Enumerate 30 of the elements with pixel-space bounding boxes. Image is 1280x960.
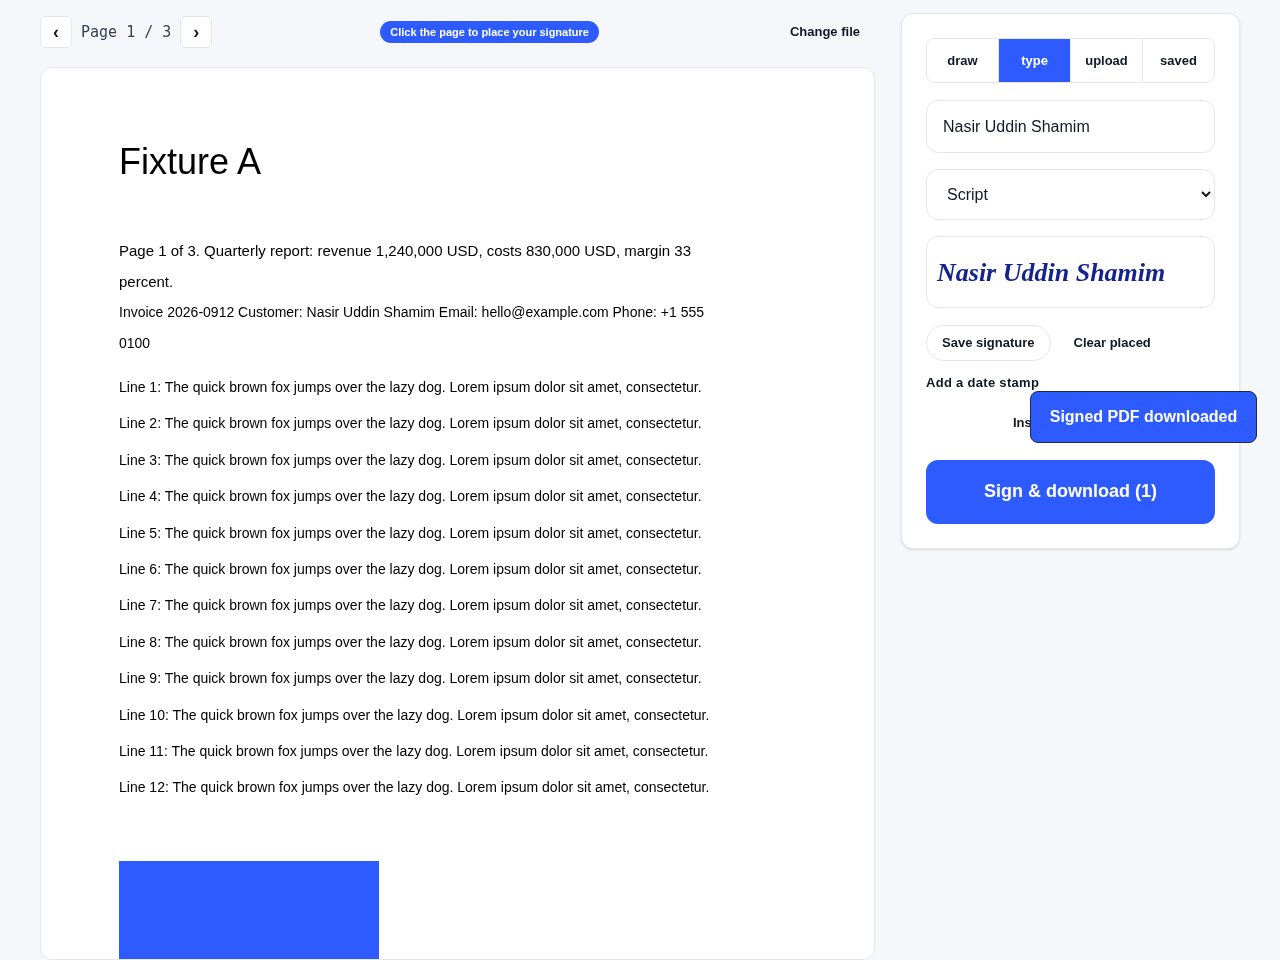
document-line: Line 6: The quick brown fox jumps over the lazy dog. Lorem ipsum dolor sit amet, consectetur. — [119, 560, 703, 580]
change-file-button[interactable]: Change file — [789, 22, 860, 42]
hint-badge: Click the page to place your signature — [380, 20, 599, 44]
document-line: Line 4: The quick brown fox jumps over the lazy dog. Lorem ipsum dolor sit amet, consectetur. — [119, 487, 703, 507]
clear-placed-button[interactable]: Clear placed — [1058, 325, 1166, 361]
toast-notification: Signed PDF downloaded — [1030, 391, 1257, 443]
date-stamp-label: Add a date stamp — [926, 374, 1041, 392]
previous-page-button[interactable]: ‹ — [40, 16, 72, 48]
document-title: Fixture A — [119, 140, 263, 184]
document-line: Line 8: The quick brown fox jumps over the lazy dog. Lorem ipsum dolor sit amet, consectetur. — [119, 632, 703, 652]
document-summary: Page 1 of 3. Quarterly report: revenue 1,240,000 USD, costs 830,000 USD, margin 33 percent. — [119, 241, 692, 292]
document-line: Line 2: The quick brown fox jumps over the lazy dog. Lorem ipsum dolor sit amet, consectetur. — [119, 414, 703, 434]
document-line: Line 1: The quick brown fox jumps over the lazy dog. Lorem ipsum dolor sit amet, consectetur. — [119, 378, 703, 397]
next-page-button[interactable]: › — [180, 16, 213, 48]
name-field[interactable]: Nasir Uddin Shamim — [926, 100, 1215, 153]
document-line: Line 12: The quick brown fox jumps over the lazy dog. Lorem ipsum dolor sit amet, consectetur. — [119, 778, 711, 798]
document-page[interactable] — [40, 67, 875, 960]
document-line: Line 3: The quick brown fox jumps over the lazy dog. Lorem ipsum dolor sit amet, consectetur. — [119, 450, 703, 470]
document-line: Line 11: The quick brown fox jumps over the lazy dog. Lorem ipsum dolor sit amet, consectetur. — [119, 742, 710, 762]
signature-text: Nasir Uddin Shamim — [937, 256, 1166, 289]
page-indicator: Page 1 / 3 — [81, 21, 172, 43]
document-line: Line 5: The quick brown fox jumps over the lazy dog. Lorem ipsum dolor sit amet, consectetur. — [119, 523, 703, 543]
document-line: Line 7: The quick brown fox jumps over the lazy dog. Lorem ipsum dolor sit amet, consectetur. — [119, 596, 703, 616]
mode-tab[interactable]: saved — [1142, 39, 1214, 82]
document-line: Line 10: The quick brown fox jumps over the lazy dog. Lorem ipsum dolor sit amet, consectetur. — [119, 705, 711, 725]
document-line: Line 9: The quick brown fox jumps over the lazy dog. Lorem ipsum dolor sit amet, consectetur. — [119, 669, 703, 689]
font-select[interactable]: Script — [926, 169, 1215, 220]
invoice-details: Invoice 2026-0912 Customer: Nasir Uddin Shamim Email: hello@example.com Phone: +1 555 0100 — [119, 303, 705, 353]
sign-download-button[interactable]: Sign & download (1) — [926, 459, 1215, 524]
mode-tab[interactable]: type — [998, 39, 1070, 82]
